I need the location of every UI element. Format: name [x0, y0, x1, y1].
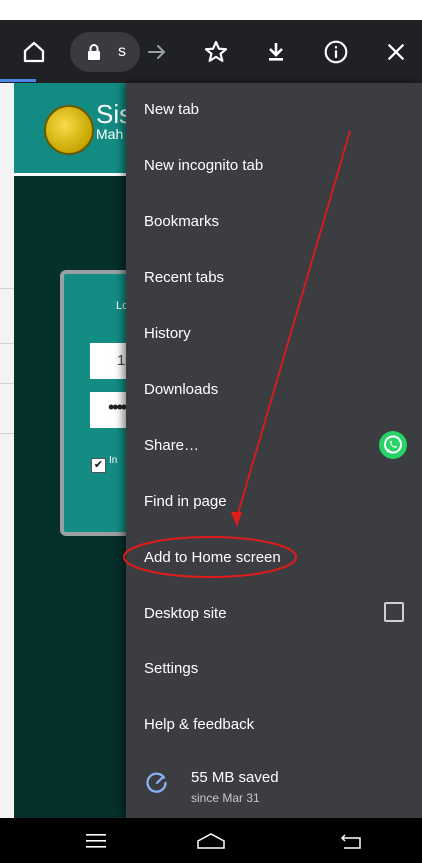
menu-item-bookmarks[interactable]: Bookmarks — [144, 213, 219, 230]
url-bar[interactable]: s — [70, 32, 140, 72]
url-text: s — [118, 43, 126, 60]
menu-item-new-tab[interactable]: New tab — [144, 101, 199, 118]
menu-item-help-feedback[interactable]: Help & feedback — [144, 716, 254, 733]
star-icon[interactable] — [196, 32, 236, 72]
menu-item-find-in-page[interactable]: Find in page — [144, 493, 227, 510]
data-saved-amount[interactable]: 55 MB saved — [191, 769, 279, 786]
close-icon[interactable] — [376, 32, 416, 72]
browser-toolbar: s — [0, 20, 422, 83]
status-bar — [0, 0, 422, 20]
nav-home-icon[interactable] — [181, 818, 241, 863]
remember-checkbox[interactable]: ✔ — [91, 458, 106, 473]
menu-item-add-to-home-screen[interactable]: Add to Home screen — [144, 549, 281, 566]
menu-item-downloads[interactable]: Downloads — [144, 381, 218, 398]
data-saver-icon — [146, 772, 168, 794]
menu-item-settings[interactable]: Settings — [144, 660, 198, 677]
whatsapp-icon[interactable] — [379, 431, 407, 459]
data-saved-since: since Mar 31 — [191, 791, 260, 805]
menu-item-share[interactable]: Share… — [144, 437, 199, 454]
menu-item-new-incognito-tab[interactable]: New incognito tab — [144, 157, 263, 174]
desktop-site-checkbox[interactable] — [384, 602, 404, 622]
lock-icon — [86, 43, 102, 66]
forward-icon[interactable] — [137, 32, 177, 72]
home-icon[interactable] — [14, 32, 54, 72]
site-subtitle: Mah — [96, 126, 124, 142]
site-logo — [44, 105, 94, 155]
info-icon[interactable] — [316, 32, 356, 72]
menu-item-recent-tabs[interactable]: Recent tabs — [144, 269, 224, 286]
active-tab-indicator — [0, 79, 36, 82]
menu-item-history[interactable]: History — [144, 325, 191, 342]
menu-item-desktop-site[interactable]: Desktop site — [144, 605, 227, 622]
download-icon[interactable] — [256, 32, 296, 72]
password-value: •••• — [108, 397, 127, 417]
back-icon[interactable] — [321, 818, 381, 863]
remember-label: In — [109, 455, 118, 466]
android-nav-bar — [0, 818, 422, 863]
page-left-strip — [0, 83, 14, 818]
recent-apps-icon[interactable] — [66, 818, 126, 863]
